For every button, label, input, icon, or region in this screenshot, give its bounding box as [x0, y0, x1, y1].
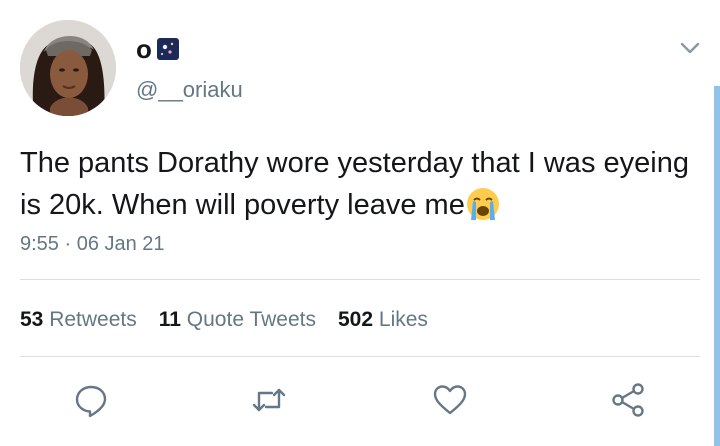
quote-tweets-label: Quote Tweets: [186, 308, 316, 331]
display-name[interactable]: o: [136, 36, 152, 62]
tweet-body: The pants Dorathy wore yesterday that I …: [20, 147, 689, 221]
user-handle[interactable]: @__oriaku: [136, 79, 243, 101]
avatar[interactable]: [20, 20, 116, 116]
crying-face-emoji-icon: [465, 186, 501, 222]
quote-tweets-count: 11: [158, 308, 181, 331]
tweet-actions: [0, 381, 720, 421]
quote-tweets-stat[interactable]: 11 Quote Tweets: [159, 308, 316, 332]
user-name-row[interactable]: o: [136, 34, 180, 64]
tweet-text: The pants Dorathy wore yesterday that I …: [20, 142, 700, 226]
likes-stat[interactable]: 502 Likes: [338, 308, 428, 332]
divider: [20, 279, 700, 280]
likes-label: Likes: [378, 308, 428, 331]
night-sky-emoji-icon: [156, 37, 180, 61]
retweets-count: 53: [20, 308, 44, 331]
retweets-stat[interactable]: 53 Retweets: [20, 308, 137, 332]
likes-count: 502: [338, 308, 374, 331]
retweet-icon[interactable]: [250, 381, 288, 419]
chevron-down-icon[interactable]: [676, 34, 704, 62]
retweets-label: Retweets: [49, 308, 137, 331]
like-icon[interactable]: [431, 381, 469, 419]
reply-icon[interactable]: [72, 381, 110, 419]
tweet-stats: 53 Retweets 11 Quote Tweets 502 Likes: [20, 308, 450, 332]
tweet-timestamp[interactable]: 9:55 · 06 Jan 21: [20, 234, 165, 254]
share-icon[interactable]: [610, 381, 648, 419]
divider: [20, 356, 700, 357]
